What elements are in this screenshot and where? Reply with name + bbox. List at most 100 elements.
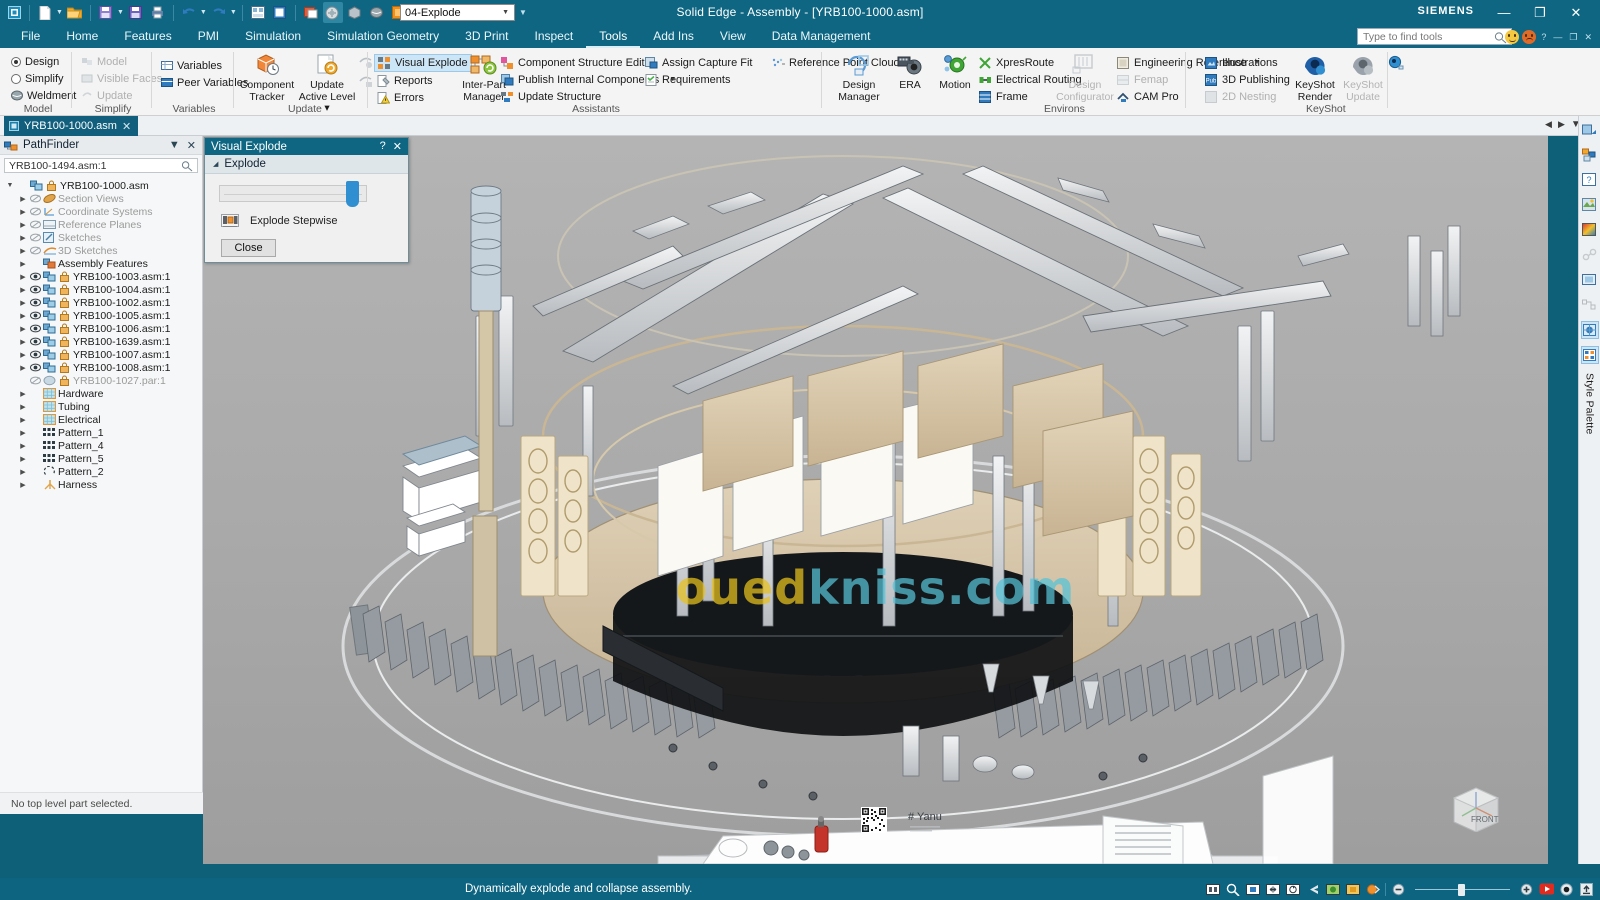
- visibility-toggle-icon[interactable]: [29, 220, 42, 229]
- zoom-area-icon[interactable]: [1225, 882, 1240, 897]
- tree-expand-arrow-icon[interactable]: ▶: [17, 208, 29, 216]
- visibility-toggle-icon[interactable]: [29, 376, 42, 385]
- ribbon-tab-data-management[interactable]: Data Management: [759, 25, 884, 48]
- feedback-sad-icon[interactable]: [1522, 30, 1537, 44]
- tree-item[interactable]: ▶ Pattern_1: [0, 426, 202, 439]
- tree-expand-arrow-icon[interactable]: ▶: [17, 299, 29, 307]
- ribbon-tab-3d-print[interactable]: 3D Print: [452, 25, 521, 48]
- layers-icon[interactable]: [1581, 196, 1599, 214]
- tree-expand-arrow-icon[interactable]: ▶: [17, 195, 29, 203]
- tree-expand-arrow-icon[interactable]: ▶: [17, 260, 29, 268]
- minimize-button[interactable]: —: [1486, 0, 1522, 25]
- slider-thumb[interactable]: [346, 181, 359, 207]
- ribbon-tab-add-ins[interactable]: Add Ins: [640, 25, 707, 48]
- ribbon-item-illustrations[interactable]: Illustrations: [1202, 54, 1293, 71]
- visibility-toggle-icon[interactable]: [29, 298, 42, 307]
- tree-item[interactable]: ▶ Section Views: [0, 192, 202, 205]
- ribbon-tab-home[interactable]: Home: [53, 25, 111, 48]
- ribbon-item-weldment[interactable]: Weldment: [8, 87, 79, 104]
- ribbon-tab-inspect[interactable]: Inspect: [522, 25, 587, 48]
- look-at-icon[interactable]: [1305, 882, 1320, 897]
- ribbon-item-design[interactable]: Design: [8, 53, 79, 70]
- tree-expand-arrow-icon[interactable]: ▶: [17, 273, 29, 281]
- help-mini-icon[interactable]: ?: [1539, 32, 1548, 42]
- tree-item[interactable]: ▶ Hardware: [0, 387, 202, 400]
- search-icon[interactable]: [181, 160, 193, 172]
- feedback-happy-icon[interactable]: [1505, 30, 1520, 44]
- tree-item[interactable]: ▶ Pattern_4: [0, 439, 202, 452]
- tree-expand-arrow-icon[interactable]: ▼: [4, 182, 16, 189]
- tree-item[interactable]: YRB100-1027.par:1: [0, 374, 202, 387]
- help-icon[interactable]: ?: [380, 140, 386, 153]
- ribbon-item-requirements[interactable]: Requirements: [642, 71, 755, 88]
- close-icon[interactable]: ✕: [393, 140, 402, 153]
- document-tab[interactable]: YRB100-1000.asm ✕: [4, 116, 139, 136]
- tree-expand-arrow-icon[interactable]: ▶: [17, 481, 29, 489]
- close-icon[interactable]: ✕: [187, 139, 196, 152]
- tree-expand-arrow-icon[interactable]: ▶: [17, 403, 29, 411]
- tree-expand-arrow-icon[interactable]: ▶: [17, 390, 29, 398]
- selection-tools-icon[interactable]: [1580, 321, 1599, 339]
- tree-expand-arrow-icon[interactable]: ▶: [17, 442, 29, 450]
- select-tool-icon[interactable]: [1205, 882, 1220, 897]
- restore-button[interactable]: ❐: [1522, 0, 1558, 25]
- tree-item[interactable]: ▶ YRB100-1639.asm:1: [0, 335, 202, 348]
- tree-item[interactable]: ▶ YRB100-1004.asm:1: [0, 283, 202, 296]
- visibility-toggle-icon[interactable]: [29, 350, 42, 359]
- visibility-toggle-icon[interactable]: [29, 363, 42, 372]
- ribbon-tab-simulation[interactable]: Simulation: [232, 25, 314, 48]
- visibility-toggle-icon[interactable]: [29, 207, 42, 216]
- next-tab-icon[interactable]: ▶: [1558, 119, 1565, 130]
- tree-item[interactable]: ▶ YRB100-1008.asm:1: [0, 361, 202, 374]
- ribbon-tab-pmi[interactable]: PMI: [185, 25, 232, 48]
- tree-item[interactable]: ▶ Assembly Features: [0, 257, 202, 270]
- tree-item[interactable]: ▶ YRB100-1002.asm:1: [0, 296, 202, 309]
- ribbon-item-assign-capture-fit[interactable]: Assign Capture Fit: [642, 54, 755, 71]
- doc-close-icon[interactable]: ✕: [1582, 32, 1594, 43]
- fit-icon[interactable]: [1245, 882, 1260, 897]
- tree-item[interactable]: ▼ YRB100-1000.asm: [0, 179, 202, 192]
- visibility-toggle-icon[interactable]: [29, 233, 42, 242]
- visibility-toggle-icon[interactable]: [29, 194, 42, 203]
- tree-expand-arrow-icon[interactable]: ▶: [17, 468, 29, 476]
- ribbon-button-design-manager[interactable]: Design Manager: [830, 52, 888, 103]
- tree-item[interactable]: ▶ Reference Planes: [0, 218, 202, 231]
- feature-library-icon[interactable]: [1581, 121, 1599, 139]
- tree-expand-arrow-icon[interactable]: ▶: [17, 416, 29, 424]
- ribbon-item-3d-publishing[interactable]: Pub 3D Publishing: [1202, 71, 1293, 88]
- visibility-toggle-icon[interactable]: [29, 285, 42, 294]
- ribbon-button-motion[interactable]: Motion: [932, 52, 978, 103]
- doc-restore-icon[interactable]: ❐: [1567, 32, 1579, 43]
- tree-expand-arrow-icon[interactable]: ▶: [17, 234, 29, 242]
- close-icon[interactable]: ✕: [122, 120, 131, 133]
- pathfinder-tree[interactable]: ▼ YRB100-1000.asm ▶ Section Views ▶ Coordinat…: [0, 175, 202, 491]
- visual-explode-close-button[interactable]: Close: [221, 239, 276, 257]
- ribbon-button-keyshot-render[interactable]: KeyShot Render: [1292, 52, 1338, 103]
- pan-icon[interactable]: [1265, 882, 1280, 897]
- tree-expand-arrow-icon[interactable]: ▶: [17, 364, 29, 372]
- tree-item[interactable]: ▶ Harness: [0, 478, 202, 491]
- play-icon[interactable]: [1539, 882, 1554, 897]
- render-mode-icon[interactable]: [1345, 882, 1360, 897]
- tree-expand-arrow-icon[interactable]: ▶: [17, 286, 29, 294]
- ribbon-tab-file[interactable]: File: [8, 25, 53, 48]
- panel-menu-icon[interactable]: ▼: [169, 139, 180, 152]
- record-icon[interactable]: [1559, 882, 1574, 897]
- tree-item[interactable]: ▶ Tubing: [0, 400, 202, 413]
- ribbon-button-era[interactable]: ERA: [889, 52, 931, 103]
- visibility-toggle-icon[interactable]: [29, 272, 42, 281]
- view-cube[interactable]: FRONT: [1446, 782, 1504, 832]
- tree-expand-arrow-icon[interactable]: ▶: [17, 338, 29, 346]
- zoom-in-icon[interactable]: [1519, 882, 1534, 897]
- shading-icon[interactable]: [1325, 882, 1340, 897]
- tree-item[interactable]: ▶ YRB100-1007.asm:1: [0, 348, 202, 361]
- explode-stepwise-row[interactable]: Explode Stepwise: [221, 213, 337, 229]
- visibility-toggle-icon[interactable]: [29, 246, 42, 255]
- visibility-toggle-icon[interactable]: [29, 324, 42, 333]
- style-palette-label[interactable]: Style Palette: [1584, 373, 1596, 435]
- tree-item[interactable]: ▶ Pattern_5: [0, 452, 202, 465]
- parts-library-icon[interactable]: [1581, 146, 1599, 164]
- zoom-out-icon[interactable]: [1391, 882, 1406, 897]
- collapse-triangle-icon[interactable]: ◢: [213, 160, 218, 168]
- zoom-slider[interactable]: [1415, 883, 1510, 896]
